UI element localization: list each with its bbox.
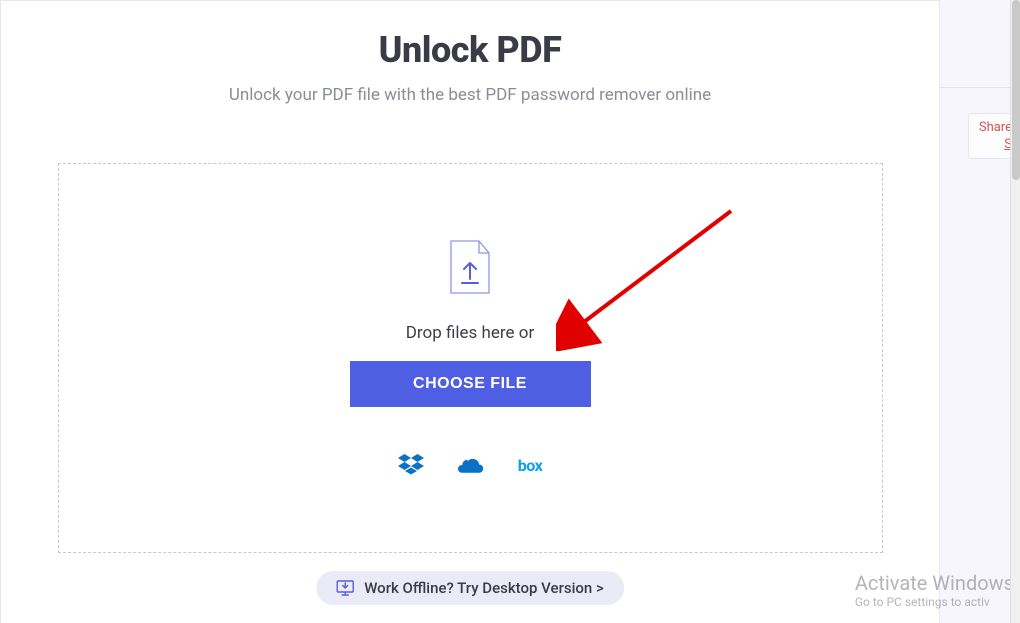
cloud-source-row: box (398, 453, 543, 477)
dropbox-icon[interactable] (398, 453, 424, 477)
box-icon[interactable]: box (518, 456, 543, 475)
page-title: Unlock PDF (379, 29, 562, 71)
share-tab-line2: S (979, 137, 1012, 154)
right-side-panel (940, 0, 1020, 623)
choose-file-button[interactable]: CHOOSE FILE (350, 361, 591, 407)
vertical-scrollbar[interactable] (1010, 0, 1020, 623)
share-tab-line1: Share (979, 120, 1012, 137)
file-dropzone[interactable]: Drop files here or CHOOSE FILE box (58, 163, 883, 553)
desktop-version-button[interactable]: Work Offline? Try Desktop Version > (316, 571, 624, 605)
right-side-panel-header (940, 0, 1020, 88)
desktop-version-label: Work Offline? Try Desktop Version > (364, 579, 604, 597)
page-subtitle: Unlock your PDF file with the best PDF p… (229, 85, 711, 105)
upload-document-icon (447, 239, 493, 297)
drop-text-label: Drop files here or (406, 323, 534, 343)
main-content: Unlock PDF Unlock your PDF file with the… (0, 0, 940, 623)
monitor-download-icon (336, 580, 354, 596)
scrollbar-thumb[interactable] (1012, 0, 1020, 180)
onedrive-icon[interactable] (458, 453, 484, 477)
